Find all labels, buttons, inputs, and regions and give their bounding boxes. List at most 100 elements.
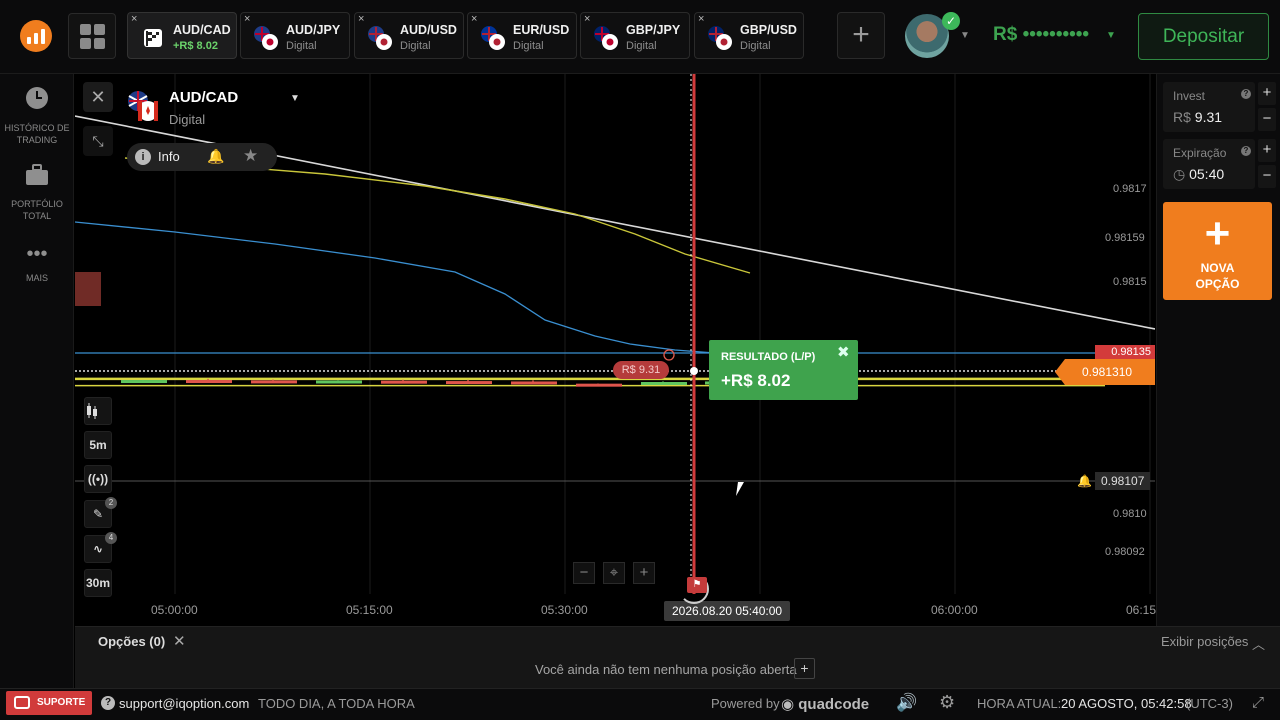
invest-field[interactable]: Invest ? R$ 9.31 (1163, 82, 1255, 132)
info-button[interactable]: Info (158, 149, 180, 164)
powered-by-label: Powered by (711, 696, 780, 711)
briefcase-icon (0, 164, 74, 192)
tab-options[interactable]: Opções (0) (98, 634, 165, 649)
apps-grid-button[interactable] (68, 13, 116, 59)
expiry-value-field[interactable]: ◷ 05:40 (1173, 166, 1224, 183)
expiry-decrease-button[interactable]: − (1258, 165, 1276, 188)
x-axis-tick-label: 05:00:00 (151, 603, 198, 617)
asset-tab-gbp-usd[interactable]: × GBP/USD Digital (694, 12, 804, 59)
finish-flag-icon[interactable]: ⚑ (687, 577, 707, 593)
collapse-icon[interactable]: ⤡ (83, 126, 113, 156)
entry-dot (690, 367, 698, 375)
currency-pair-flag-icon (481, 26, 505, 50)
add-asset-button[interactable]: + (837, 12, 885, 59)
asset-name[interactable]: AUD/CAD (169, 89, 238, 106)
invest-marker[interactable]: R$ 9.31 (613, 361, 669, 379)
y-axis-tick-label: 0.9817 (1113, 183, 1147, 195)
zoom-in-button[interactable]: + (633, 562, 655, 584)
current-time-label: HORA ATUAL: (977, 696, 1062, 711)
help-icon[interactable]: ? (1241, 89, 1251, 99)
speaker-icon[interactable]: 🔊 (896, 693, 917, 713)
close-icon[interactable]: ✖ (837, 343, 850, 361)
close-tab-icon[interactable]: × (358, 13, 364, 25)
sidebar-item-trading-history[interactable]: HISTÓRICO DE TRADING (0, 86, 74, 146)
candle-body (381, 380, 427, 384)
expiry-increase-button[interactable]: + (1258, 139, 1276, 162)
close-tab-icon[interactable]: × (471, 13, 477, 25)
chevron-down-icon[interactable]: ▼ (960, 30, 970, 41)
pencil-icon: ✎ (92, 507, 104, 521)
entry-marker (663, 349, 675, 361)
asset-tab-aud-jpy[interactable]: × AUD/JPY Digital (240, 12, 350, 59)
chart-type-button[interactable] (84, 397, 112, 425)
plus-icon: + (1204, 209, 1231, 258)
candle-body (316, 380, 362, 384)
asset-tab-eur-usd[interactable]: × EUR/USD Digital (467, 12, 577, 59)
help-icon[interactable]: ? (1241, 146, 1251, 156)
add-position-button[interactable]: + (794, 658, 815, 679)
timezone: (UTC-3) (1186, 696, 1233, 711)
fullscreen-icon[interactable]: ⤢ (1252, 694, 1264, 711)
new-option-button[interactable]: + NOVA OPÇÃO (1163, 202, 1272, 300)
interval-button[interactable]: 30m (84, 569, 112, 597)
price-chart[interactable]: 0.9817 0.98159 0.9815 0.9810 0.98092 05:00:0… (75, 74, 1156, 626)
asset-tab-aud-cad[interactable]: × AUD/CAD +R$ 8.02 (127, 12, 237, 59)
price-level-tag: 0.98135 (1095, 345, 1155, 360)
candle-body-partial (75, 272, 101, 306)
support-button[interactable]: SUPORTE (6, 691, 92, 715)
app-logo[interactable] (20, 20, 52, 52)
current-price-tag: 0.981310 (1055, 359, 1155, 385)
sidebar-item-label: PORTFÓLIO TOTAL (11, 199, 63, 221)
x-axis-tick-label: 05:30:00 (541, 603, 588, 617)
result-value: +R$ 8.02 (721, 371, 791, 390)
empty-positions-text: Você ainda não tem nenhuma posição abert… (535, 662, 797, 677)
clock-icon (0, 86, 74, 116)
asset-tab-sub: Digital (626, 40, 657, 52)
expiry-field[interactable]: Expiração ? ◷ 05:40 (1163, 139, 1255, 189)
sidebar-item-portfolio[interactable]: PORTFÓLIO TOTAL (0, 164, 74, 222)
asset-tab-name: AUD/JPY (286, 23, 341, 37)
asset-tab-name: GBP/USD (740, 23, 797, 37)
info-icon[interactable]: i (135, 149, 151, 165)
recenter-button[interactable]: ⌖ (603, 562, 625, 584)
close-icon[interactable]: ✕ (173, 632, 186, 650)
asset-tab-aud-usd[interactable]: × AUD/USD Digital (354, 12, 464, 59)
asset-type: Digital (169, 112, 206, 127)
star-icon[interactable]: ★ (243, 146, 258, 166)
expiry-time[interactable]: 05:40 (1189, 166, 1224, 182)
new-option-label: NOVA OPÇÃO (1195, 261, 1240, 291)
close-tab-icon[interactable]: × (131, 13, 137, 25)
asset-tab-gbp-jpy[interactable]: × GBP/JPY Digital (580, 12, 690, 59)
show-positions-button[interactable]: Exibir posições (1161, 634, 1248, 649)
bell-icon[interactable]: 🔔 (207, 148, 224, 165)
support-email-link[interactable]: support@iqoption.com (119, 696, 249, 711)
bell-icon[interactable]: 🔔 (1077, 474, 1092, 488)
gear-icon[interactable]: ⚙ (939, 692, 955, 713)
account-balance[interactable]: R$ •••••••••• (993, 24, 1089, 46)
sidebar-item-more[interactable]: ••• MAIS (0, 242, 74, 284)
asset-tab-sub: +R$ 8.02 (173, 40, 218, 52)
invest-value-field[interactable]: R$ 9.31 (1173, 109, 1222, 125)
chevron-up-icon[interactable]: ︿ (1252, 634, 1265, 653)
alarm-price-label[interactable]: 0.98107 (1095, 472, 1151, 490)
zoom-out-button[interactable]: − (573, 562, 595, 584)
invest-decrease-button[interactable]: − (1258, 108, 1276, 131)
candle-body (511, 381, 557, 385)
chevron-down-icon[interactable]: ▼ (290, 93, 300, 104)
timeframe-button[interactable]: 5m (84, 431, 112, 459)
invest-increase-button[interactable]: + (1258, 82, 1276, 105)
quadcode-logo: ◉ quadcode (781, 696, 870, 713)
close-tab-icon[interactable]: × (698, 13, 704, 25)
result-popup[interactable]: RESULTADO (L/P) +R$ 8.02 ✖ (709, 340, 858, 400)
close-tab-icon[interactable]: × (584, 13, 590, 25)
invest-amount[interactable]: 9.31 (1195, 109, 1222, 125)
sidebar-item-label: HISTÓRICO DE TRADING (4, 123, 70, 145)
signal-button[interactable]: ((•)) (84, 465, 112, 493)
close-tab-icon[interactable]: × (244, 13, 250, 25)
candles-icon (87, 403, 97, 419)
asset-tab-name: AUD/CAD (173, 23, 231, 37)
deposit-button[interactable]: Depositar (1138, 13, 1269, 60)
close-chart-button[interactable]: ✕ (83, 82, 113, 112)
x-axis-current-time: 2026.08.20 05:40:00 (664, 601, 791, 621)
chevron-down-icon[interactable]: ▼ (1106, 30, 1116, 41)
